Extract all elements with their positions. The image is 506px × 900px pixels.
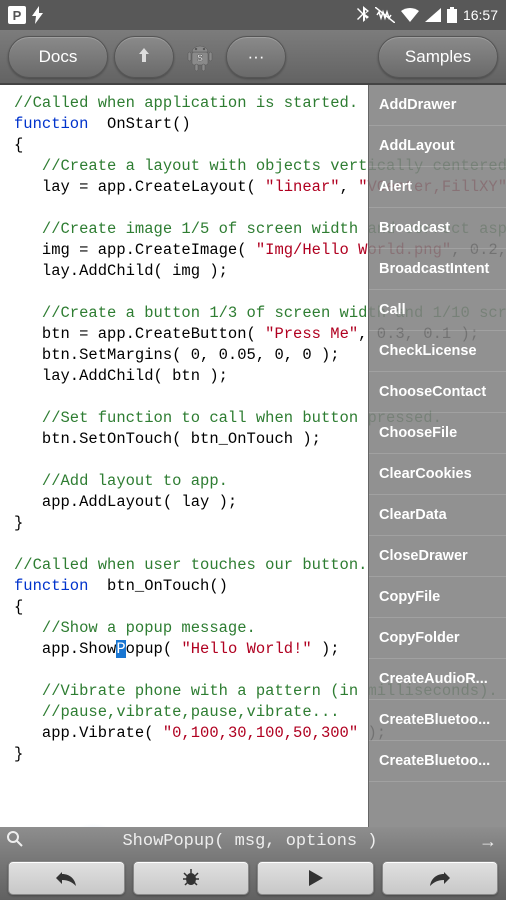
autocomplete-item[interactable]: AddLayout [369, 126, 506, 167]
bolt-icon [32, 6, 44, 24]
autocomplete-item[interactable]: CreateBluetoo... [369, 741, 506, 782]
redo-button[interactable] [382, 861, 499, 895]
autocomplete-item[interactable]: CopyFolder [369, 618, 506, 659]
autocomplete-item[interactable]: AddDrawer [369, 85, 506, 126]
debug-button[interactable] [133, 861, 250, 895]
search-button[interactable] [0, 831, 30, 852]
autocomplete-item[interactable]: Broadcast [369, 208, 506, 249]
bottom-toolbar [0, 856, 506, 900]
undo-button[interactable] [8, 861, 125, 895]
autocomplete-item[interactable]: ChooseContact [369, 372, 506, 413]
wifi-icon [401, 8, 419, 22]
autocomplete-item[interactable]: CopyFile [369, 577, 506, 618]
android-logo-icon: S [180, 42, 220, 72]
signature-text: ShowPopup( msg, options ) [30, 832, 470, 851]
autocomplete-item[interactable]: Alert [369, 167, 506, 208]
signature-hint-bar: ShowPopup( msg, options ) → [0, 827, 506, 856]
top-toolbar: Docs S ··· Samples [0, 30, 506, 85]
samples-button[interactable]: Samples [378, 36, 498, 78]
autocomplete-item[interactable]: ClearCookies [369, 454, 506, 495]
autocomplete-panel: AddDrawerAddLayoutAlertBroadcastBroadcas… [368, 85, 506, 827]
autocomplete-item[interactable]: BroadcastIntent [369, 249, 506, 290]
svg-text:S: S [197, 53, 203, 63]
clock: 16:57 [463, 7, 498, 23]
battery-icon [447, 7, 457, 23]
run-button[interactable] [257, 861, 374, 895]
bluetooth-icon [357, 6, 369, 24]
docs-button[interactable]: Docs [8, 36, 108, 78]
autocomplete-item[interactable]: ClearData [369, 495, 506, 536]
android-status-bar: P 16:57 [0, 0, 506, 30]
signal-icon [425, 8, 441, 22]
autocomplete-item[interactable]: CreateBluetoo... [369, 700, 506, 741]
autocomplete-item[interactable]: CloseDrawer [369, 536, 506, 577]
app-notification-badge: P [8, 6, 26, 24]
more-button[interactable]: ··· [226, 36, 286, 78]
upload-button[interactable] [114, 36, 174, 78]
go-arrow-button[interactable]: → [470, 831, 506, 852]
autocomplete-item[interactable]: CheckLicense [369, 331, 506, 372]
autocomplete-item[interactable]: CreateAudioR... [369, 659, 506, 700]
vibrate-icon [375, 7, 395, 23]
autocomplete-item[interactable]: Call [369, 290, 506, 331]
autocomplete-item[interactable]: ChooseFile [369, 413, 506, 454]
